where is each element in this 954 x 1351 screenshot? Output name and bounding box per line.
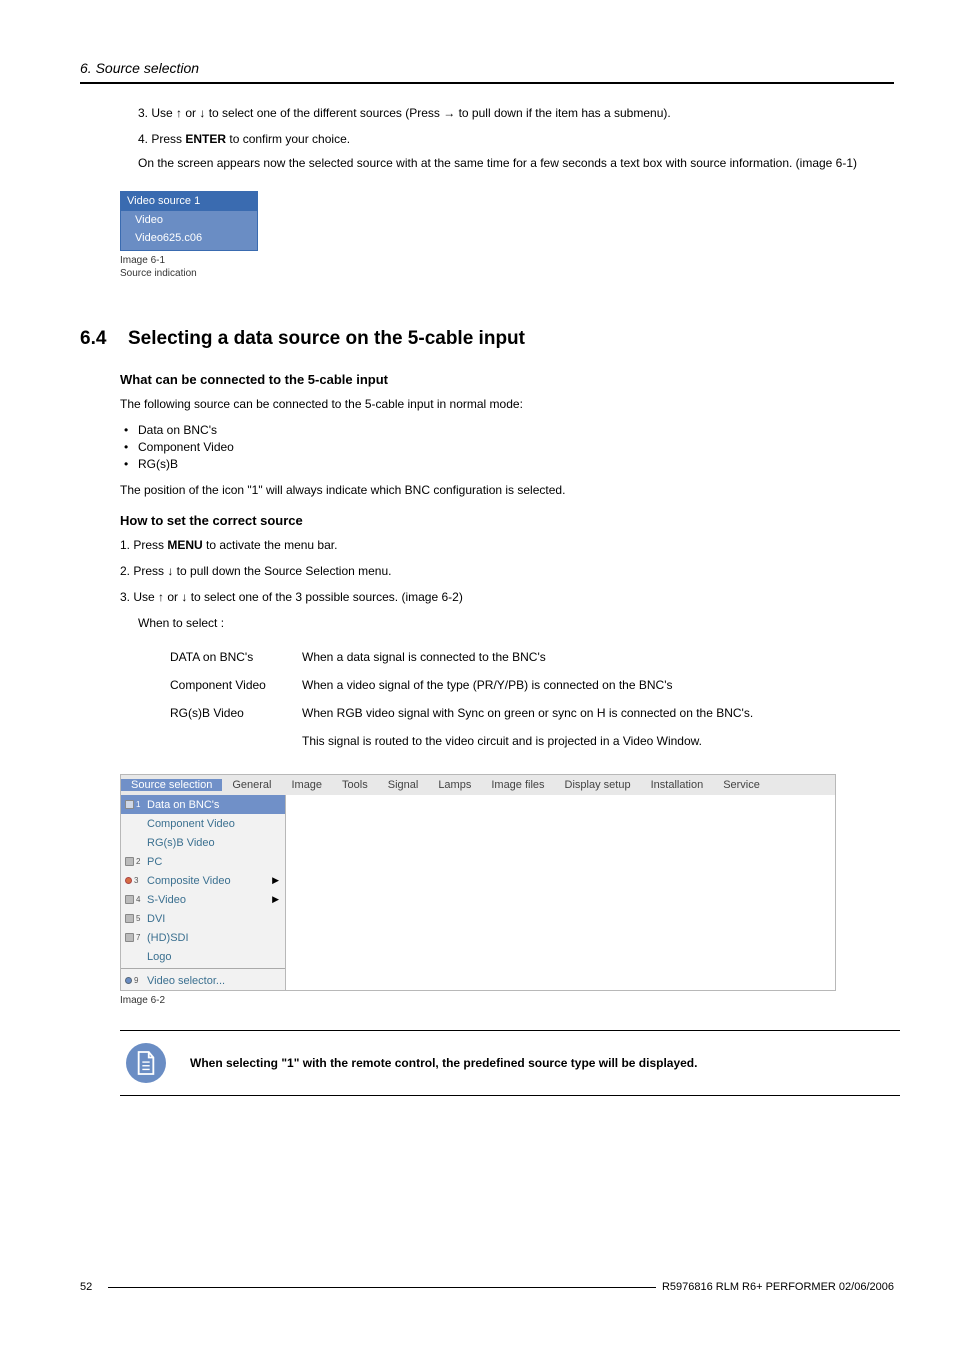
menu-general[interactable]: General <box>222 779 281 791</box>
source-table: DATA on BNC's When a data signal is conn… <box>168 642 775 756</box>
caption-6-2: Image 6-2 <box>120 995 894 1008</box>
diagram-header: Video source 1 <box>121 192 257 211</box>
step-4: 4. Press ENTER to confirm your choice. O… <box>138 130 894 173</box>
step-4-enter: ENTER <box>185 132 226 146</box>
step-3: 3. Use ↑ or ↓ to select one of the diffe… <box>138 104 894 122</box>
step-4-a: 4. Press <box>138 132 185 146</box>
table-row: This signal is routed to the video circu… <box>170 728 773 754</box>
menu-display-setup[interactable]: Display setup <box>555 779 641 791</box>
dd-label: Video selector... <box>147 975 279 987</box>
submenu-arrow-icon: ▶ <box>272 875 279 886</box>
table-row: DATA on BNC's When a data signal is conn… <box>170 644 773 670</box>
caption-6-1-desc: Source indication <box>120 268 197 279</box>
divider <box>80 82 894 84</box>
step-4-c: to confirm your choice. <box>226 132 350 146</box>
diagram-line-2: Video625.c06 <box>121 229 257 250</box>
dd-label: RG(s)B Video <box>147 837 279 849</box>
document-icon <box>135 1050 157 1076</box>
cell-rgsb: RG(s)B Video <box>170 700 300 726</box>
cell-data-bnc: DATA on BNC's <box>170 644 300 670</box>
how-step-2: 2. Press ↓ to pull down the Source Selec… <box>120 562 894 580</box>
heading-title: Selecting a data source on the 5-cable i… <box>128 328 525 349</box>
dd-svideo[interactable]: 4 S-Video ▶ <box>121 890 285 909</box>
port-icon <box>125 914 134 923</box>
dd-label: DVI <box>147 913 279 925</box>
port-icon <box>125 857 134 866</box>
cell-data-bnc-desc: When a data signal is connected to the B… <box>302 644 773 670</box>
heading-num: 6.4 <box>80 328 128 350</box>
port-icon <box>125 933 134 942</box>
dd-logo[interactable]: Logo <box>121 947 285 966</box>
table-row: Component Video When a video signal of t… <box>170 672 773 698</box>
bullet-3: RG(s)B <box>138 457 894 471</box>
caption-6-1: Image 6-1 Source indication <box>120 255 894 280</box>
heading-6-4: 6.4Selecting a data source on the 5-cabl… <box>80 328 894 350</box>
port-icon <box>125 800 134 809</box>
when-to-select: When to select : <box>138 614 894 632</box>
footer-rule <box>108 1287 656 1288</box>
cell-rgsb-desc: When RGB video signal with Sync on green… <box>302 700 773 726</box>
dd-label: Composite Video <box>147 875 272 887</box>
what-bullets: Data on BNC's Component Video RG(s)B <box>138 423 894 471</box>
bullet-2: Component Video <box>138 440 894 454</box>
how-step-1: 1. Press MENU to activate the menu bar. <box>120 536 894 554</box>
running-head: 6. Source selection <box>80 60 894 76</box>
menu-image[interactable]: Image <box>281 779 332 791</box>
what-intro: The following source can be connected to… <box>120 395 894 413</box>
cell-component-desc: When a video signal of the type (PR/Y/PB… <box>302 672 773 698</box>
dd-pc[interactable]: 2 PC <box>121 852 285 871</box>
diagram-source-indication: Video source 1 Video Video625.c06 <box>120 191 258 251</box>
dd-separator <box>121 968 285 969</box>
page-footer: 52 R5976816 RLM R6+ PERFORMER 02/06/2006 <box>80 1281 894 1293</box>
menu-image-files[interactable]: Image files <box>481 779 554 791</box>
cell-component: Component Video <box>170 672 300 698</box>
table-row: RG(s)B Video When RGB video signal with … <box>170 700 773 726</box>
dd-rgsb-video[interactable]: RG(s)B Video <box>121 833 285 852</box>
menu-signal[interactable]: Signal <box>378 779 429 791</box>
menu-lamps[interactable]: Lamps <box>428 779 481 791</box>
dd-composite-video[interactable]: 3 Composite Video ▶ <box>121 871 285 890</box>
note-icon <box>126 1043 166 1083</box>
menubar: Source selection General Image Tools Sig… <box>121 775 835 795</box>
source-selection-dropdown: 1 Data on BNC's Component Video RG(s)B V… <box>121 795 286 990</box>
how-s1-c: to activate the menu bar. <box>203 538 338 552</box>
dd-data-on-bnc[interactable]: 1 Data on BNC's <box>121 795 285 814</box>
how-steps: 1. Press MENU to activate the menu bar. … <box>120 536 894 606</box>
dd-dvi[interactable]: 5 DVI <box>121 909 285 928</box>
dd-label: Data on BNC's <box>147 799 279 811</box>
active-dot-icon <box>125 877 132 884</box>
menu-service[interactable]: Service <box>713 779 770 791</box>
menu-tools[interactable]: Tools <box>332 779 378 791</box>
menu-installation[interactable]: Installation <box>641 779 714 791</box>
caption-6-1-label: Image 6-1 <box>120 255 165 266</box>
menu-source-selection[interactable]: Source selection <box>121 779 222 791</box>
steps-continued: 3. Use ↑ or ↓ to select one of the diffe… <box>138 104 894 173</box>
screenshot-6-2: Source selection General Image Tools Sig… <box>120 774 836 991</box>
note-text: When selecting "1" with the remote contr… <box>190 1056 697 1070</box>
how-s1-menu: MENU <box>167 538 202 552</box>
how-s1-a: 1. Press <box>120 538 167 552</box>
diagram-line-1: Video <box>121 211 257 229</box>
dd-hdsdi[interactable]: 7 (HD)SDI <box>121 928 285 947</box>
footer-doc-id: R5976816 RLM R6+ PERFORMER 02/06/2006 <box>662 1281 894 1293</box>
subhead-how: How to set the correct source <box>120 513 894 528</box>
page-number: 52 <box>80 1281 92 1293</box>
submenu-arrow-icon: ▶ <box>272 894 279 905</box>
note-box: When selecting "1" with the remote contr… <box>120 1030 900 1096</box>
bullet-1: Data on BNC's <box>138 423 894 437</box>
dd-label: S-Video <box>147 894 272 906</box>
step-4-sub: On the screen appears now the selected s… <box>138 154 894 173</box>
dd-video-selector[interactable]: 9 Video selector... <box>121 971 285 990</box>
port-icon <box>125 895 134 904</box>
cell-rgsb-desc2: This signal is routed to the video circu… <box>302 728 773 754</box>
dd-label: Logo <box>147 951 279 963</box>
dd-component-video[interactable]: Component Video <box>121 814 285 833</box>
selector-icon <box>125 977 132 984</box>
dd-label: Component Video <box>147 818 279 830</box>
subhead-what: What can be connected to the 5-cable inp… <box>120 372 894 387</box>
dd-label: (HD)SDI <box>147 932 279 944</box>
dd-label: PC <box>147 856 279 868</box>
how-step-3: 3. Use ↑ or ↓ to select one of the 3 pos… <box>120 588 894 606</box>
what-after: The position of the icon "1" will always… <box>120 481 894 499</box>
